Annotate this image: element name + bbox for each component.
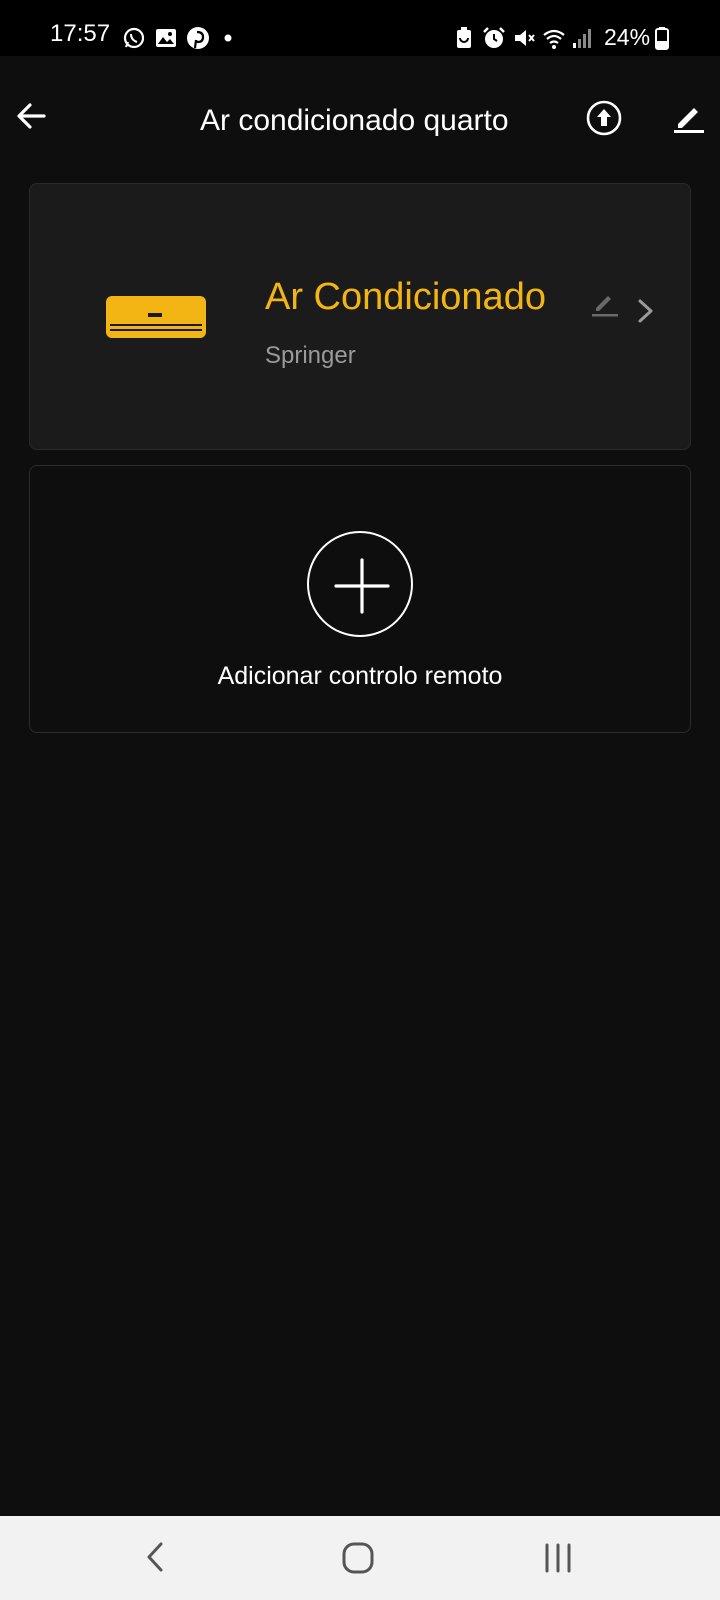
status-bar: 17:57 24%: [0, 0, 720, 56]
status-time: 17:57: [50, 20, 111, 47]
chevron-right-icon[interactable]: [634, 296, 658, 326]
add-remote-label: Adicionar controlo remoto: [217, 662, 503, 690]
arrow-left-icon: [17, 103, 46, 129]
rename-icon[interactable]: [590, 288, 620, 318]
upload-circle-icon: [586, 100, 622, 136]
upload-button[interactable]: [586, 100, 622, 136]
add-remote-button[interactable]: [307, 531, 413, 637]
battery-icon: [654, 26, 670, 50]
gallery-icon: [154, 26, 178, 50]
signal-icon: [570, 26, 594, 50]
nav-recents-icon[interactable]: [540, 1538, 576, 1578]
edit-button[interactable]: [672, 100, 706, 134]
back-button[interactable]: [14, 98, 50, 134]
air-conditioner-icon: [106, 296, 206, 338]
pencil-icon: [674, 108, 704, 133]
device-brand: Springer: [265, 342, 356, 369]
nav-home-icon[interactable]: [338, 1538, 378, 1578]
device-card[interactable]: Ar Condicionado Springer: [29, 183, 691, 450]
pinterest-icon: [186, 26, 210, 50]
app-header: Ar condicionado quarto: [0, 56, 720, 186]
device-name: Ar Condicionado: [265, 276, 546, 318]
page-title: Ar condicionado quarto: [200, 104, 509, 137]
battery-saver-icon: [452, 26, 476, 50]
plus-icon: [334, 558, 390, 614]
add-remote-card[interactable]: Adicionar controlo remoto: [29, 465, 691, 733]
battery-percent: 24%: [604, 24, 651, 50]
nav-back-icon[interactable]: [140, 1536, 172, 1578]
dot-icon: [220, 26, 244, 50]
mute-icon: [512, 26, 536, 50]
whatsapp-icon: [122, 26, 146, 50]
alarm-icon: [482, 26, 506, 50]
system-nav-bar: [0, 1516, 720, 1600]
wifi-icon: [542, 26, 566, 50]
